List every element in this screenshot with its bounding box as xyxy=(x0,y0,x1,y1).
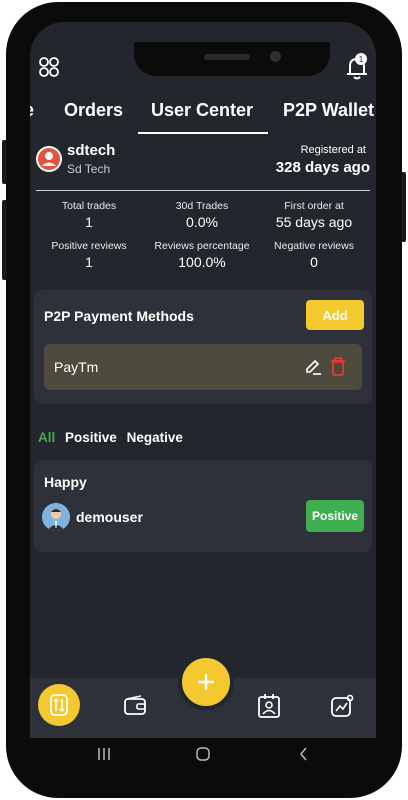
bell-icon[interactable]: 1 xyxy=(344,52,370,82)
filter-negative[interactable]: Negative xyxy=(127,430,183,445)
review-card: Happy demouser Positive xyxy=(34,460,372,552)
stat-negative-reviews: Negative reviews 0 xyxy=(259,240,369,270)
avatar xyxy=(36,146,62,172)
filter-positive[interactable]: Positive xyxy=(65,430,117,445)
user-subtitle: Sd Tech xyxy=(67,162,111,176)
stat-label: Negative reviews xyxy=(274,240,354,252)
back-icon[interactable] xyxy=(296,746,312,762)
review-text: Happy xyxy=(44,474,87,490)
divider xyxy=(36,190,370,191)
filter-all[interactable]: All xyxy=(38,430,55,445)
phone-side-button xyxy=(401,172,406,242)
wallet-icon[interactable] xyxy=(122,692,150,720)
stat-reviews-percentage: Reviews percentage 100.0% xyxy=(147,240,257,270)
phone-side-button xyxy=(2,140,7,184)
tab-bar: e Orders User Center P2P Wallet xyxy=(30,100,376,134)
chart-icon[interactable] xyxy=(328,692,356,720)
camera xyxy=(270,51,281,62)
review-filters: All Positive Negative xyxy=(38,430,189,445)
stat-first-order: First order at 55 days ago xyxy=(259,200,369,230)
stat-value: 1 xyxy=(85,254,93,270)
phone-notch xyxy=(134,42,330,76)
active-tab-indicator xyxy=(138,132,268,134)
tab-orders[interactable]: Orders xyxy=(64,100,123,121)
recent-apps-icon[interactable] xyxy=(96,746,112,762)
stat-positive-reviews: Positive reviews 1 xyxy=(34,240,144,270)
stat-value: 0.0% xyxy=(186,214,218,230)
user-profile: sdtech Sd Tech Registered at 328 days ag… xyxy=(30,142,376,188)
add-icon xyxy=(197,673,215,691)
stat-label: 30d Trades xyxy=(175,200,229,212)
reviewer-name: demouser xyxy=(76,509,143,525)
payment-methods-title: P2P Payment Methods xyxy=(44,308,194,324)
stat-label: Positive reviews xyxy=(51,240,127,252)
phone-side-button xyxy=(2,200,7,280)
stat-value: 55 days ago xyxy=(275,214,353,230)
avatar xyxy=(42,503,70,531)
stat-value: 0 xyxy=(310,254,318,270)
user-card-icon[interactable] xyxy=(255,692,283,720)
payment-method-item: PayTm xyxy=(44,344,362,390)
stat-total-trades: Total trades 1 xyxy=(34,200,144,230)
payment-methods-card: P2P Payment Methods Add PayTm xyxy=(34,290,372,404)
stat-label: Reviews percentage xyxy=(154,240,250,252)
delete-icon[interactable] xyxy=(330,357,346,376)
stat-label: Total trades xyxy=(61,200,117,212)
stat-value: 100.0% xyxy=(178,254,226,270)
stat-value: 1 xyxy=(85,214,93,230)
speaker-grille xyxy=(204,54,250,60)
user-name: sdtech xyxy=(67,142,116,159)
stat-label: First order at xyxy=(284,200,344,212)
stat-30d-trades: 30d Trades 0.0% xyxy=(147,200,257,230)
reviewer-avatar-icon xyxy=(42,503,70,531)
notification-count: 1 xyxy=(359,55,364,64)
registered-label: Registered at xyxy=(300,144,366,156)
registered-value: 328 days ago xyxy=(275,159,370,176)
user-avatar-icon xyxy=(38,148,60,170)
nav-swap[interactable] xyxy=(38,684,80,726)
edit-icon[interactable] xyxy=(304,358,322,376)
tab-user-center[interactable]: User Center xyxy=(151,100,253,121)
swap-icon xyxy=(50,694,68,716)
add-payment-method-button[interactable]: Add xyxy=(306,300,364,330)
positive-badge: Positive xyxy=(306,500,364,532)
system-nav-bar xyxy=(30,738,376,770)
add-fab-button[interactable] xyxy=(178,654,234,710)
app-screen: P2P Trading 1 e Orders User Center P2P W… xyxy=(30,22,376,770)
home-icon[interactable] xyxy=(195,746,211,762)
payment-method-name: PayTm xyxy=(54,359,99,375)
tab-partial[interactable]: e xyxy=(30,100,34,121)
tab-p2p-wallet[interactable]: P2P Wallet xyxy=(283,100,374,121)
